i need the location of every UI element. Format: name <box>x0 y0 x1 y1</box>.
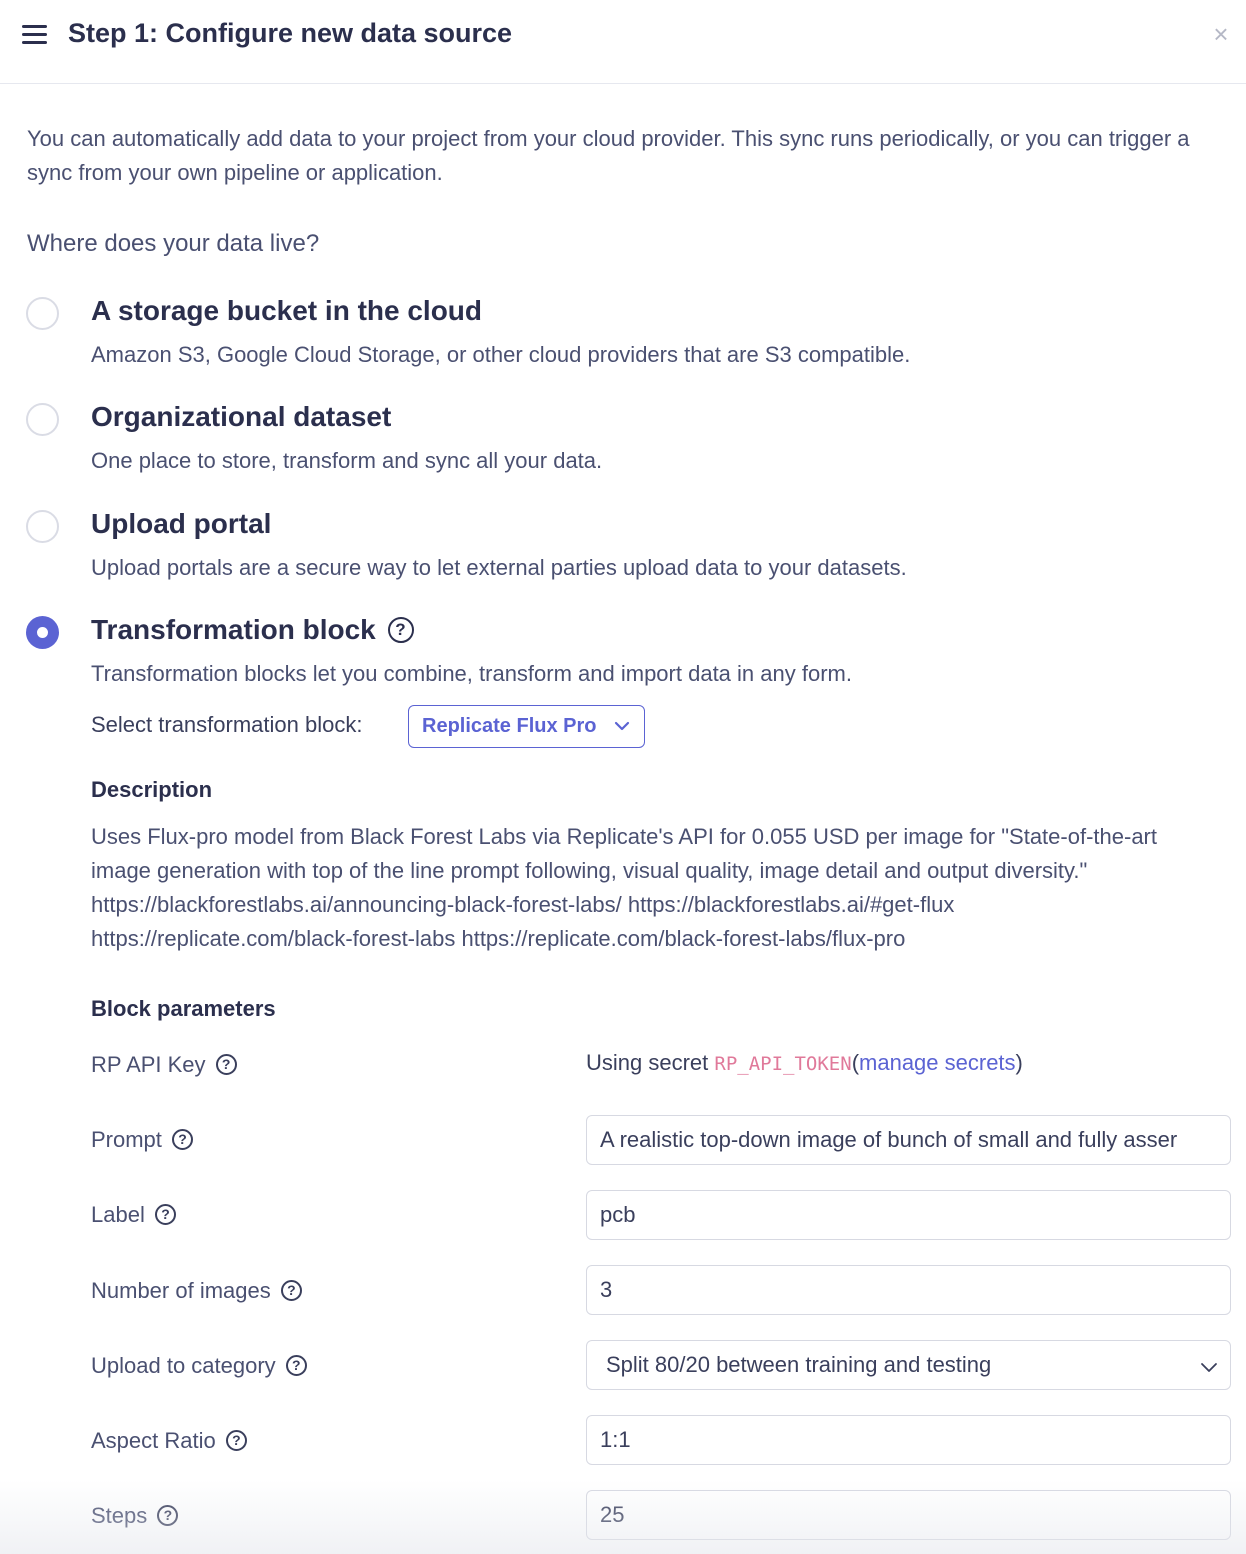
description-heading: Description <box>91 777 213 802</box>
param-label-api-key-text: RP API Key <box>91 1052 206 1077</box>
option-desc-organizational-dataset: One place to store, transform and sync a… <box>91 448 603 473</box>
param-label-aspect-ratio-text: Aspect Ratio <box>91 1428 216 1453</box>
block-description-text: Uses Flux-pro model from Black Forest La… <box>91 824 1157 951</box>
radio-storage-bucket[interactable] <box>26 297 59 330</box>
param-label-prompt-text: Prompt <box>91 1127 162 1152</box>
intro-text: You can automatically add data to your p… <box>27 126 1190 185</box>
secret-prefix: Using secret <box>586 1050 709 1075</box>
option-title-transformation-block-label: Transformation block <box>91 614 376 645</box>
block-parameters-heading: Block parameters <box>91 996 276 1021</box>
api-key-secret-info: Using secret RP_API_TOKEN(manage secrets… <box>586 1050 1023 1076</box>
option-title-organizational-dataset[interactable]: Organizational dataset <box>91 401 391 433</box>
param-label-api-key: RP API Key ? <box>91 1052 237 1078</box>
secret-open-paren: ( <box>851 1050 860 1075</box>
close-icon[interactable]: × <box>1207 20 1235 48</box>
param-label-steps-text: Steps <box>91 1503 148 1528</box>
param-label-aspect-ratio: Aspect Ratio ? <box>91 1428 247 1454</box>
num-images-input[interactable]: 3 <box>586 1265 1231 1315</box>
param-label-prompt: Prompt ? <box>91 1127 194 1153</box>
secret-name: RP_API_TOKEN <box>714 1053 852 1075</box>
param-label-label-text: Label <box>91 1202 145 1227</box>
param-label-label: Label ? <box>91 1202 176 1228</box>
param-label-steps: Steps ? <box>91 1503 179 1529</box>
secret-close-paren: ) <box>1015 1050 1023 1075</box>
option-desc-transformation-block: Transformation blocks let you combine, t… <box>91 661 852 686</box>
transformation-block-selected-value: Replicate Flux Pro <box>422 715 597 737</box>
radio-transformation-block[interactable] <box>26 616 59 649</box>
dialog-title: Step 1: Configure new data source <box>68 18 513 48</box>
chevron-down-icon <box>614 721 630 731</box>
steps-input[interactable]: 25 <box>586 1490 1231 1540</box>
param-label-num-images-text: Number of images <box>91 1278 271 1303</box>
category-select[interactable]: Split 80/20 between training and testing <box>586 1340 1231 1390</box>
radio-organizational-dataset[interactable] <box>26 403 59 436</box>
num-images-help-icon[interactable]: ? <box>280 1279 302 1301</box>
label-input[interactable]: pcb <box>586 1190 1231 1240</box>
manage-secrets-link[interactable]: manage secrets <box>859 1050 1016 1075</box>
dialog-header: Step 1: Configure new data source × <box>0 0 1246 84</box>
param-label-num-images: Number of images ? <box>91 1278 302 1304</box>
param-label-category-text: Upload to category <box>91 1353 276 1378</box>
transformation-block-dropdown[interactable]: Replicate Flux Pro <box>408 705 645 748</box>
aspect-ratio-input[interactable]: 1:1 <box>586 1415 1231 1465</box>
option-title-transformation-block[interactable]: Transformation block ? <box>91 614 414 646</box>
option-desc-upload-portal: Upload portals are a secure way to let e… <box>91 555 907 580</box>
option-title-upload-portal[interactable]: Upload portal <box>91 508 271 540</box>
data-location-question: Where does your data live? <box>27 230 320 257</box>
prompt-input[interactable]: A realistic top-down image of bunch of s… <box>586 1115 1231 1165</box>
radio-upload-portal[interactable] <box>26 510 59 543</box>
transformation-block-help-icon[interactable]: ? <box>387 616 414 643</box>
hamburger-menu-icon[interactable] <box>20 23 50 47</box>
prompt-help-icon[interactable]: ? <box>172 1128 194 1150</box>
param-label-category: Upload to category ? <box>91 1353 307 1379</box>
option-desc-storage-bucket: Amazon S3, Google Cloud Storage, or othe… <box>91 342 911 367</box>
api-key-help-icon[interactable]: ? <box>215 1053 237 1075</box>
category-help-icon[interactable]: ? <box>285 1354 307 1376</box>
chevron-down-icon <box>1201 1363 1217 1372</box>
category-selected-value: Split 80/20 between training and testing <box>606 1352 992 1377</box>
steps-help-icon[interactable]: ? <box>157 1504 179 1526</box>
option-title-storage-bucket[interactable]: A storage bucket in the cloud <box>91 295 482 327</box>
configure-data-source-dialog: Step 1: Configure new data source × You … <box>0 0 1246 1554</box>
select-transformation-block-label: Select transformation block: <box>91 712 363 737</box>
label-help-icon[interactable]: ? <box>154 1203 176 1225</box>
aspect-ratio-help-icon[interactable]: ? <box>225 1429 247 1451</box>
